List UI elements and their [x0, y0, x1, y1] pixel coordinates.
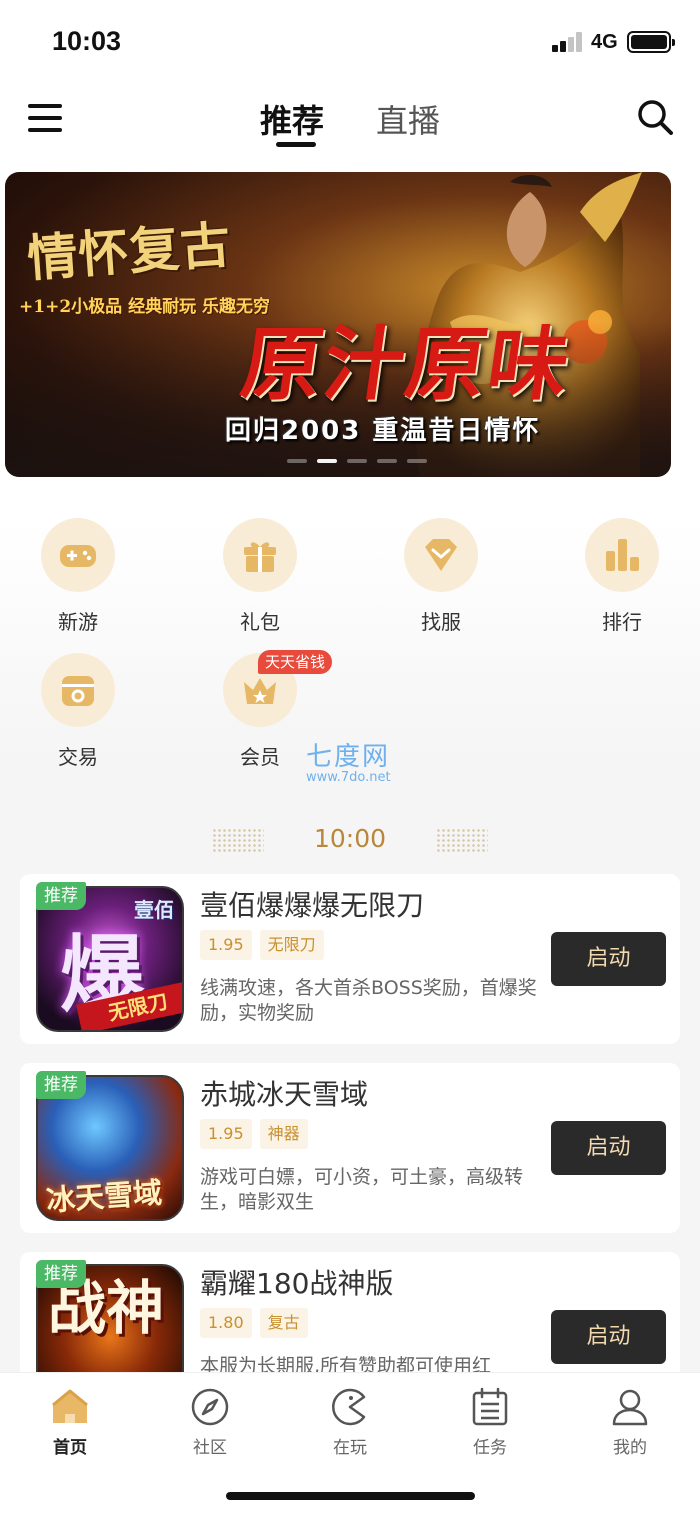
- tab-playing[interactable]: 在玩: [300, 1387, 400, 1459]
- game-tag: 1.80: [200, 1308, 252, 1338]
- pacman-icon: [332, 1388, 366, 1426]
- game-tag: 1.95: [200, 1119, 252, 1149]
- entry-label: 交易: [58, 745, 98, 769]
- recommend-badge: 推荐: [36, 1260, 86, 1288]
- ranking-icon: [606, 539, 639, 571]
- trade-icon: [62, 676, 94, 706]
- game-tags: 1.95 神器: [200, 1119, 316, 1149]
- active-tab-indicator: [276, 142, 316, 147]
- app-screen: 10:03 4G 推荐 直播 情怀复古 +1+2小极品 经典耐玩 乐趣无穷 原汁…: [0, 0, 700, 1514]
- home-indicator[interactable]: [226, 1492, 475, 1500]
- entry-label: 会员: [240, 745, 280, 769]
- entry-label: 新游: [58, 610, 98, 634]
- game-tag: 1.95: [200, 930, 252, 960]
- entry-gifts[interactable]: 礼包: [201, 518, 321, 638]
- entry-find-server[interactable]: 找服: [382, 518, 502, 638]
- schedule-time: 10:00: [313, 824, 387, 853]
- game-description: 线满攻速，各大首杀BOSS奖励，首爆奖励，实物奖励: [200, 977, 537, 1024]
- entry-ranking[interactable]: 排行: [563, 518, 683, 638]
- game-name[interactable]: 赤城冰天雪域: [200, 1073, 368, 1113]
- promo-banner[interactable]: 情怀复古 +1+2小极品 经典耐玩 乐趣无穷 原汁原味 回归2003 重温昔日情…: [5, 172, 671, 477]
- battery-icon: [627, 31, 675, 53]
- banner-pagination: [287, 448, 437, 463]
- recommend-badge: 推荐: [36, 1071, 86, 1099]
- tab-community[interactable]: 社区: [160, 1387, 260, 1459]
- game-name[interactable]: 霸耀180战神版: [200, 1262, 393, 1302]
- banner-dot[interactable]: [287, 459, 307, 463]
- crown-icon: [244, 678, 276, 704]
- entry-label: 排行: [602, 610, 642, 634]
- banner-dot-active[interactable]: [317, 459, 337, 463]
- banner-dot[interactable]: [377, 459, 397, 463]
- game-tags: 1.95 无限刀: [200, 930, 332, 960]
- entry-new-games[interactable]: 新游: [19, 518, 139, 638]
- signal-icon: [552, 32, 584, 52]
- tab-recommend[interactable]: 推荐: [260, 96, 324, 142]
- tab-label: 社区: [193, 1438, 227, 1458]
- search-icon[interactable]: [636, 98, 674, 136]
- tab-label: 在玩: [333, 1438, 367, 1458]
- banner-dot[interactable]: [407, 459, 427, 463]
- banner-title: 原汁原味: [235, 317, 577, 411]
- home-icon: [52, 1389, 88, 1423]
- user-icon: [612, 1389, 648, 1426]
- game-name[interactable]: 壹佰爆爆爆无限刀: [200, 884, 424, 924]
- schedule-divider: 10:00: [0, 822, 700, 858]
- site-watermark: 七度网 www.7do.net: [306, 736, 391, 785]
- watermark-text: 七度网: [306, 742, 391, 772]
- network-type: 4G: [591, 31, 618, 53]
- gamepad-icon: [60, 545, 96, 567]
- launch-button[interactable]: 启动: [551, 1121, 666, 1175]
- diamond-icon: [425, 539, 457, 571]
- banner-logo-text: 情怀复古: [25, 214, 234, 289]
- game-art-corner: 壹佰: [134, 898, 174, 922]
- game-tag: 神器: [259, 1119, 308, 1149]
- tab-label: 任务: [473, 1438, 507, 1458]
- banner-slogan: +1+2小极品 经典耐玩 乐趣无穷: [19, 297, 270, 317]
- divider-decoration: [436, 828, 488, 852]
- calendar-list-icon: [472, 1387, 508, 1426]
- menu-icon[interactable]: [28, 104, 62, 132]
- tab-live[interactable]: 直播: [376, 96, 440, 142]
- vip-promo-badge: 天天省钱: [258, 650, 333, 674]
- game-card[interactable]: 推荐 爆 壹佰 无限刀 壹佰爆爆爆无限刀 1.95 无限刀 线满攻速，各大首杀BO…: [20, 874, 680, 1044]
- entry-label: 礼包: [240, 610, 280, 634]
- status-time: 10:03: [52, 26, 122, 56]
- game-tags: 1.80 复古: [200, 1308, 316, 1338]
- banner-subtitle: 回归2003 重温昔日情怀: [225, 416, 541, 446]
- watermark-url: www.7do.net: [306, 770, 391, 785]
- game-tag: 复古: [259, 1308, 308, 1338]
- entry-label: 找服: [421, 610, 461, 634]
- top-nav: 推荐 直播: [0, 84, 700, 170]
- entry-trade[interactable]: 交易: [19, 653, 139, 773]
- recommend-badge: 推荐: [36, 882, 86, 910]
- tab-profile[interactable]: 我的: [580, 1387, 680, 1459]
- game-art-text: 冰天雪域: [45, 1175, 164, 1218]
- launch-button[interactable]: 启动: [551, 932, 666, 986]
- game-card[interactable]: 推荐 冰天雪域 赤城冰天雪域 1.95 神器 游戏可白嫖，可小资，可土豪，高级转生…: [20, 1063, 680, 1233]
- compass-icon: [191, 1388, 229, 1426]
- banner-dot[interactable]: [347, 459, 367, 463]
- tab-home[interactable]: 首页: [20, 1387, 120, 1459]
- gift-icon: [244, 542, 276, 572]
- launch-button[interactable]: 启动: [551, 1310, 666, 1364]
- tab-label: 首页: [53, 1438, 87, 1458]
- status-bar: 10:03 4G: [0, 0, 700, 84]
- game-description: 游戏可白嫖，可小资，可土豪，高级转生，暗影双生: [200, 1166, 524, 1213]
- game-tag: 无限刀: [259, 930, 324, 960]
- tab-tasks[interactable]: 任务: [440, 1387, 540, 1459]
- tab-label: 我的: [613, 1438, 647, 1458]
